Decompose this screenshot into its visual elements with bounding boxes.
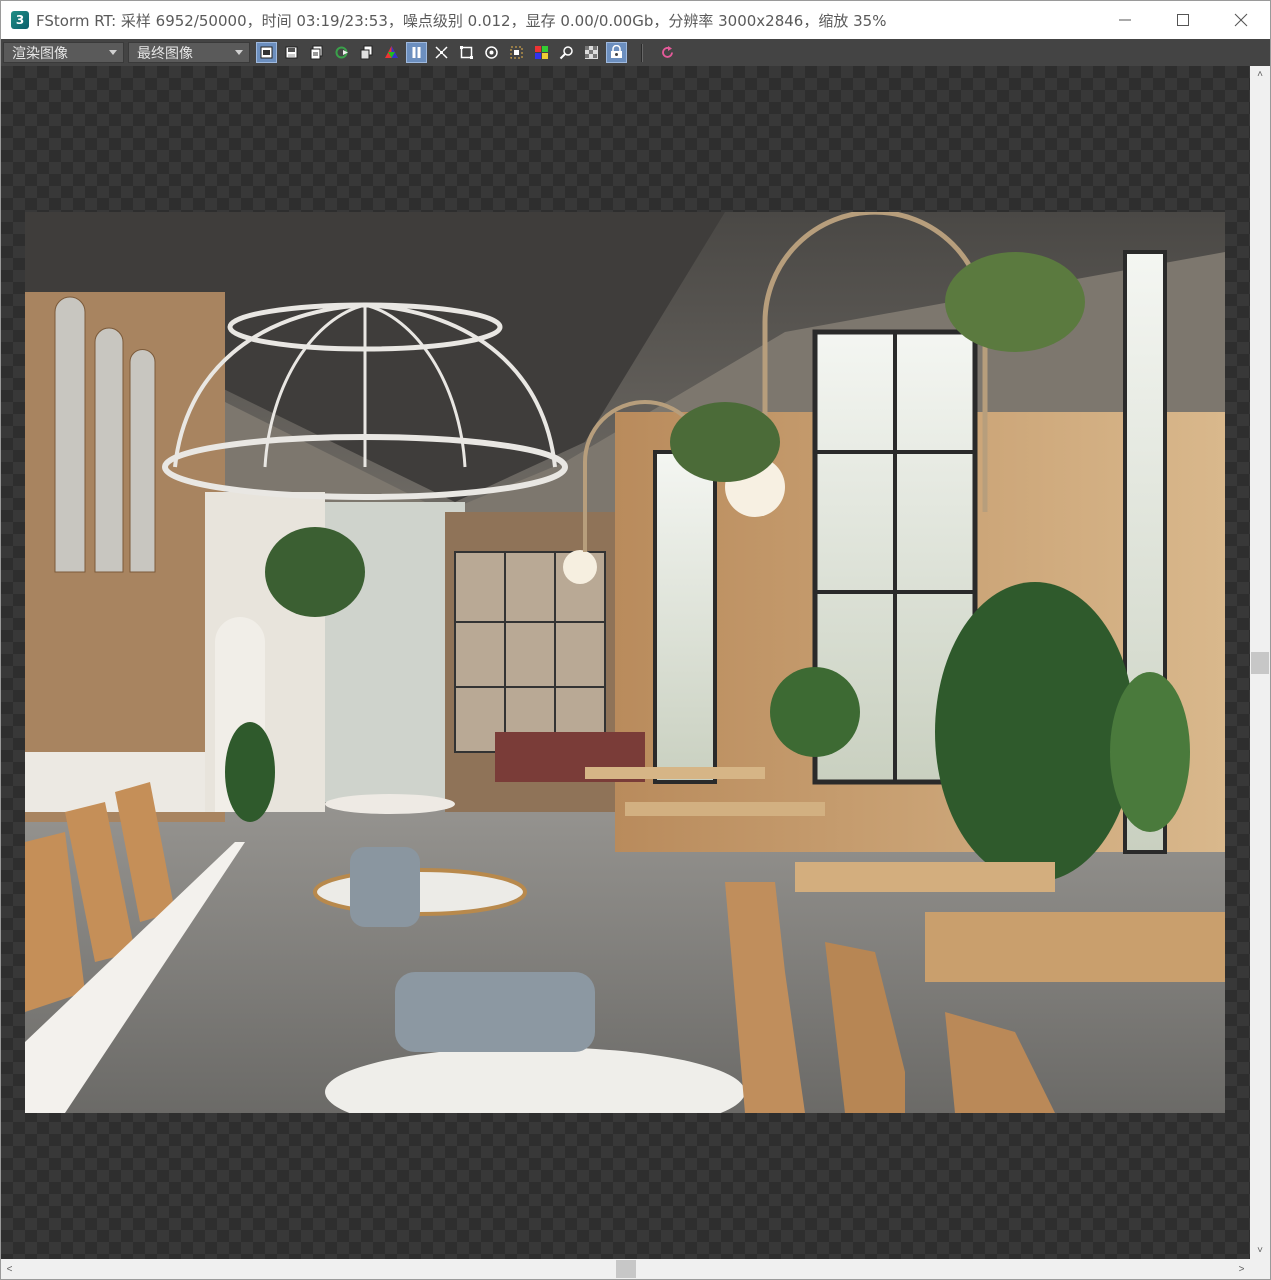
render-region-icon	[260, 46, 273, 59]
render-canvas[interactable]	[1, 66, 1250, 1259]
save-image-button[interactable]	[281, 42, 302, 63]
scroll-left-button[interactable]: <	[1, 1259, 18, 1279]
region-select-icon	[510, 46, 523, 59]
chevron-down-icon	[235, 50, 243, 55]
camera-lock-button[interactable]	[606, 42, 627, 63]
vertical-scroll-thumb[interactable]	[1251, 652, 1269, 674]
window-title: FStorm RT: 采样 6952/50000，时间 03:19/23:53，…	[36, 11, 887, 30]
crop-frame-button[interactable]	[456, 42, 477, 63]
horizontal-scroll-thumb[interactable]	[616, 1260, 636, 1278]
window-controls	[1096, 1, 1270, 39]
toolbar-tools	[254, 42, 680, 63]
checker-alpha-button[interactable]	[581, 42, 602, 63]
color-palette-icon	[535, 46, 548, 59]
render-region-button[interactable]	[256, 42, 277, 63]
minimize-icon	[1119, 19, 1131, 21]
zoom-lens-icon	[559, 46, 573, 60]
camera-lock-icon	[611, 45, 622, 58]
minimize-button[interactable]	[1096, 1, 1154, 39]
maximize-button[interactable]	[1154, 1, 1212, 39]
pause-button[interactable]	[406, 42, 427, 63]
fstorm-render-window: 3 FStorm RT: 采样 6952/50000，时间 03:19/23:5…	[0, 0, 1271, 1280]
region-select-button[interactable]	[506, 42, 527, 63]
chevron-down-icon	[109, 50, 117, 55]
title-bar[interactable]: 3 FStorm RT: 采样 6952/50000，时间 03:19/23:5…	[1, 1, 1270, 39]
vertical-scrollbar[interactable]: ˄ ˅	[1250, 66, 1270, 1259]
render-channel-dropdown[interactable]: 渲染图像	[3, 42, 124, 63]
focus-target-button[interactable]	[481, 42, 502, 63]
pause-icon	[412, 47, 421, 58]
save-all-icon	[310, 45, 323, 60]
copy-button[interactable]	[356, 42, 377, 63]
refresh-arrow-icon	[335, 46, 348, 59]
zoom-lens-button[interactable]	[556, 42, 577, 63]
rendered-image	[25, 212, 1225, 1113]
fit-view-icon	[435, 46, 448, 59]
reload-button[interactable]	[657, 42, 678, 63]
scroll-right-button[interactable]: >	[1233, 1259, 1250, 1279]
fit-view-button[interactable]	[431, 42, 452, 63]
crop-frame-icon	[460, 46, 473, 59]
reload-icon	[662, 46, 673, 58]
image-type-value: 最终图像	[137, 45, 193, 62]
save-image-icon	[285, 46, 298, 59]
close-icon	[1234, 13, 1248, 27]
app-logo-icon: 3	[11, 11, 29, 29]
focus-target-icon	[485, 46, 498, 59]
copy-icon	[360, 45, 373, 60]
maximize-icon	[1177, 14, 1189, 26]
toolbar-separator	[641, 43, 643, 62]
rgb-channels-icon	[385, 46, 398, 58]
scroll-up-button[interactable]: ˄	[1250, 66, 1270, 83]
color-palette-button[interactable]	[531, 42, 552, 63]
image-type-dropdown[interactable]: 最终图像	[128, 42, 250, 63]
render-toolbar: 渲染图像 最终图像	[1, 39, 1270, 66]
refresh-arrow-button[interactable]	[331, 42, 352, 63]
checker-alpha-icon	[585, 46, 598, 59]
scroll-down-button[interactable]: ˅	[1250, 1242, 1270, 1259]
scrollbar-corner	[1250, 1259, 1270, 1279]
render-channel-value: 渲染图像	[12, 45, 68, 62]
rgb-channels-button[interactable]	[381, 42, 402, 63]
restaurant-render-illustration	[25, 212, 1225, 1113]
close-button[interactable]	[1212, 1, 1270, 39]
horizontal-scrollbar[interactable]: < >	[1, 1259, 1250, 1279]
save-all-button[interactable]	[306, 42, 327, 63]
